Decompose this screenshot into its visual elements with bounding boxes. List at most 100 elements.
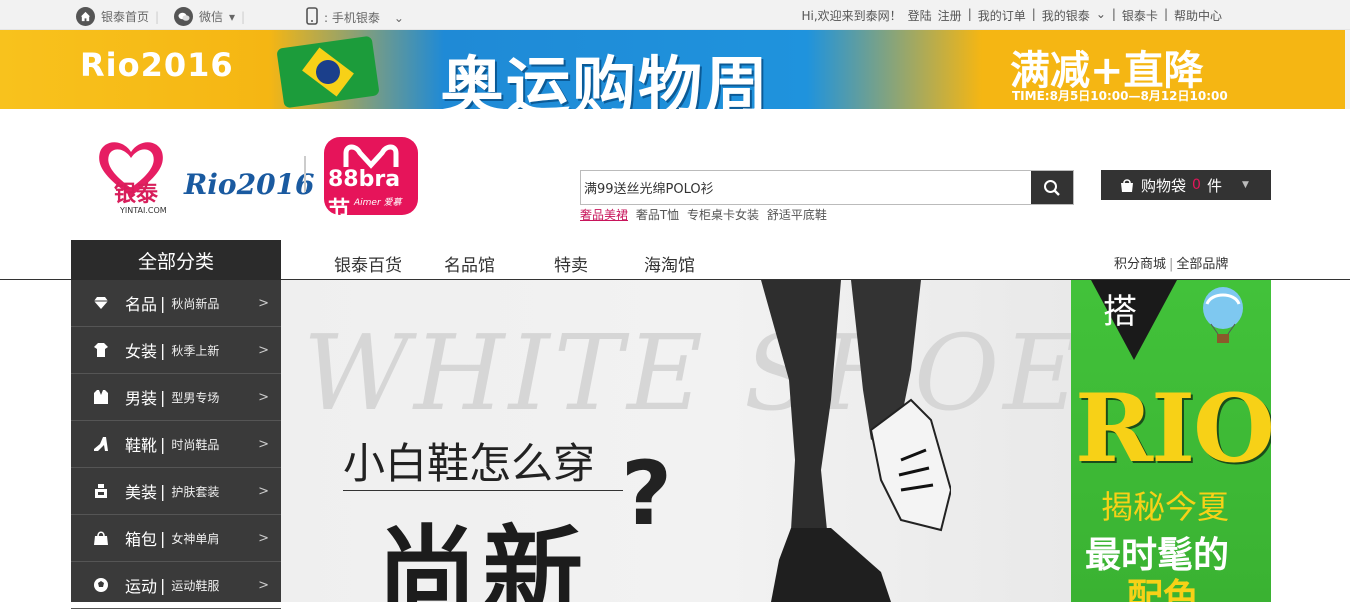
ball-icon (93, 577, 109, 593)
nav-item-yintai[interactable]: 银泰百货 (334, 251, 444, 276)
category-item-men[interactable]: 男装 | 型男专场 > (71, 374, 281, 421)
brand-tag-text: 搭 (1103, 292, 1137, 332)
category-sidebar: 名品 | 秋尚新品 > 女装 | 秋季上新 > 男装 | 型男专场 > 鞋靴 | 时尚鞋… (71, 280, 281, 609)
login-link[interactable]: 登陆 (908, 7, 932, 24)
suit-icon (93, 389, 109, 405)
chevron-right-icon: > (258, 390, 269, 405)
chevron-down-icon: ⌄ (1095, 7, 1106, 21)
olympic-promo-banner[interactable]: Rio2016 奥运购物周 满减+直降 TIME:8月5日10:00—8月12日… (0, 30, 1345, 109)
banner-headline: 奥运购物周 (440, 51, 770, 109)
divider: | (160, 293, 166, 313)
question-mark-icon: ? (621, 442, 673, 545)
nav-item-sale[interactable]: 特卖 (554, 251, 644, 276)
chevron-right-icon: > (258, 578, 269, 593)
nav-item-brands[interactable]: 名品馆 (444, 251, 554, 276)
wechat-label[interactable]: 微信 (199, 8, 223, 25)
rio-color-side-ad[interactable]: 搭 RIO 揭秘今夏 最时髦的 配色 (1071, 280, 1271, 602)
register-link[interactable]: 注册 (938, 7, 962, 24)
hot-air-balloon-icon (1203, 287, 1243, 343)
mobile-label[interactable]: : 手机银泰 (324, 9, 380, 26)
logo-divider (304, 156, 306, 192)
site-logo[interactable]: 银泰 YINTAI.COM Rio2016 (80, 138, 315, 216)
divider: | (241, 9, 246, 24)
divider: | (160, 340, 166, 360)
divider: | (1031, 7, 1036, 21)
all-categories-button[interactable]: 全部分类 (71, 240, 281, 280)
cart-label: 购物袋 (1141, 176, 1187, 195)
category-sub: 秋尚新品 (171, 296, 220, 311)
logo-domain: YINTAI.COM (120, 206, 167, 215)
divider: | (160, 434, 166, 454)
search-input[interactable] (582, 171, 1030, 204)
help-link[interactable]: 帮助中心 (1174, 7, 1222, 24)
chevron-right-icon: > (258, 437, 269, 452)
hotword-link[interactable]: 专柜桌卡女装 (687, 208, 759, 222)
model-legs-image (761, 280, 951, 602)
chevron-right-icon: > (258, 296, 269, 311)
side-ad-line1: 揭秘今夏 (1101, 488, 1230, 526)
search-button[interactable] (1031, 171, 1073, 204)
account-links: Hi,欢迎来到泰网！ 登陆 注册 | 我的订单 | 我的银泰 ⌄ | 银泰卡 |… (801, 7, 1222, 24)
category-sub: 护肤套装 (171, 484, 220, 499)
category-sub: 时尚鞋品 (171, 437, 220, 452)
logo-rio-text: Rio2016 (184, 168, 315, 201)
all-brands-link[interactable]: 全部品牌 (1176, 257, 1228, 272)
category-sub: 秋季上新 (171, 343, 220, 358)
hero-headline: 尚新 (377, 515, 589, 602)
divider: | (160, 387, 166, 407)
search-icon (1044, 179, 1060, 196)
home-link[interactable]: 银泰首页 | (76, 7, 159, 26)
divider: | (160, 481, 166, 501)
top-utility-bar: 银泰首页 | 微信 ▾ | : 手机银泰 ⌄ Hi,欢迎来到泰网！ 登陆 注册 … (0, 0, 1350, 30)
main-nav: 银泰百货 名品馆 特卖 海淘馆 (334, 251, 724, 276)
chevron-down-icon: ⌄ (393, 10, 404, 25)
brazil-flag-icon (276, 35, 380, 109)
card-link[interactable]: 银泰卡 (1122, 7, 1158, 24)
hot-search-words: 奢品美裙 奢品T恤 专柜桌卡女装 舒适平底鞋 (580, 206, 831, 223)
category-name: 箱包 (125, 530, 158, 549)
chevron-down-icon: ▾ (229, 9, 236, 24)
divider: | (1169, 257, 1174, 272)
my-yintai-menu[interactable]: 我的银泰 (1042, 7, 1090, 24)
search-box (580, 170, 1074, 205)
divider: | (160, 575, 166, 595)
nav-item-overseas[interactable]: 海淘馆 (644, 251, 724, 276)
hero-banner-white-shoes[interactable]: WHITE SHOES 小白鞋怎么穿 ? 尚新 (281, 280, 1071, 602)
divider: | (1111, 7, 1116, 21)
hotword-link[interactable]: 舒适平底鞋 (767, 208, 827, 222)
category-item-beauty[interactable]: 美装 | 护肤套装 > (71, 468, 281, 515)
mobile-menu[interactable]: : 手机银泰 ⌄ (306, 7, 404, 28)
bra-festival-logo[interactable]: 88bra节 Aimer 爱慕 (324, 137, 418, 223)
shopping-bag-icon (1121, 179, 1133, 192)
orders-link[interactable]: 我的订单 (978, 7, 1026, 24)
phone-icon (306, 7, 318, 28)
shopping-bag-button[interactable]: 购物袋 0 件 ▼ (1101, 170, 1271, 200)
home-link-label[interactable]: 银泰首页 (101, 8, 149, 25)
cosmetics-icon (93, 483, 109, 499)
logo-brand-name: 银泰 (114, 182, 159, 207)
category-item-shoes[interactable]: 鞋靴 | 时尚鞋品 > (71, 421, 281, 468)
category-item-women[interactable]: 女装 | 秋季上新 > (71, 327, 281, 374)
home-icon (76, 7, 95, 26)
side-ad-line3: 配色 (1127, 577, 1200, 602)
page-edge (1345, 30, 1350, 109)
divider: | (155, 9, 160, 24)
hotword-link[interactable]: 奢品T恤 (636, 208, 679, 222)
cart-count: 0 (1192, 177, 1201, 193)
mobile-label-text: 手机银泰 (331, 11, 380, 25)
category-sub: 女神单肩 (171, 531, 220, 546)
dress-icon (93, 342, 109, 358)
category-item-bags[interactable]: 箱包 | 女神单肩 > (71, 515, 281, 562)
hero-question: 小白鞋怎么穿 (343, 439, 596, 488)
m-logo-icon (343, 144, 399, 169)
wechat-menu[interactable]: 微信 ▾ | (174, 7, 245, 26)
points-mall-link[interactable]: 积分商城 (1114, 257, 1166, 272)
category-item-luxury[interactable]: 名品 | 秋尚新品 > (71, 280, 281, 327)
divider: | (967, 7, 972, 21)
category-name: 女装 (125, 342, 158, 361)
divider: | (1163, 7, 1168, 21)
hotword-link[interactable]: 奢品美裙 (580, 208, 628, 222)
diamond-icon (93, 295, 109, 311)
category-sub: 型男专场 (171, 390, 220, 405)
wechat-icon (174, 7, 193, 26)
